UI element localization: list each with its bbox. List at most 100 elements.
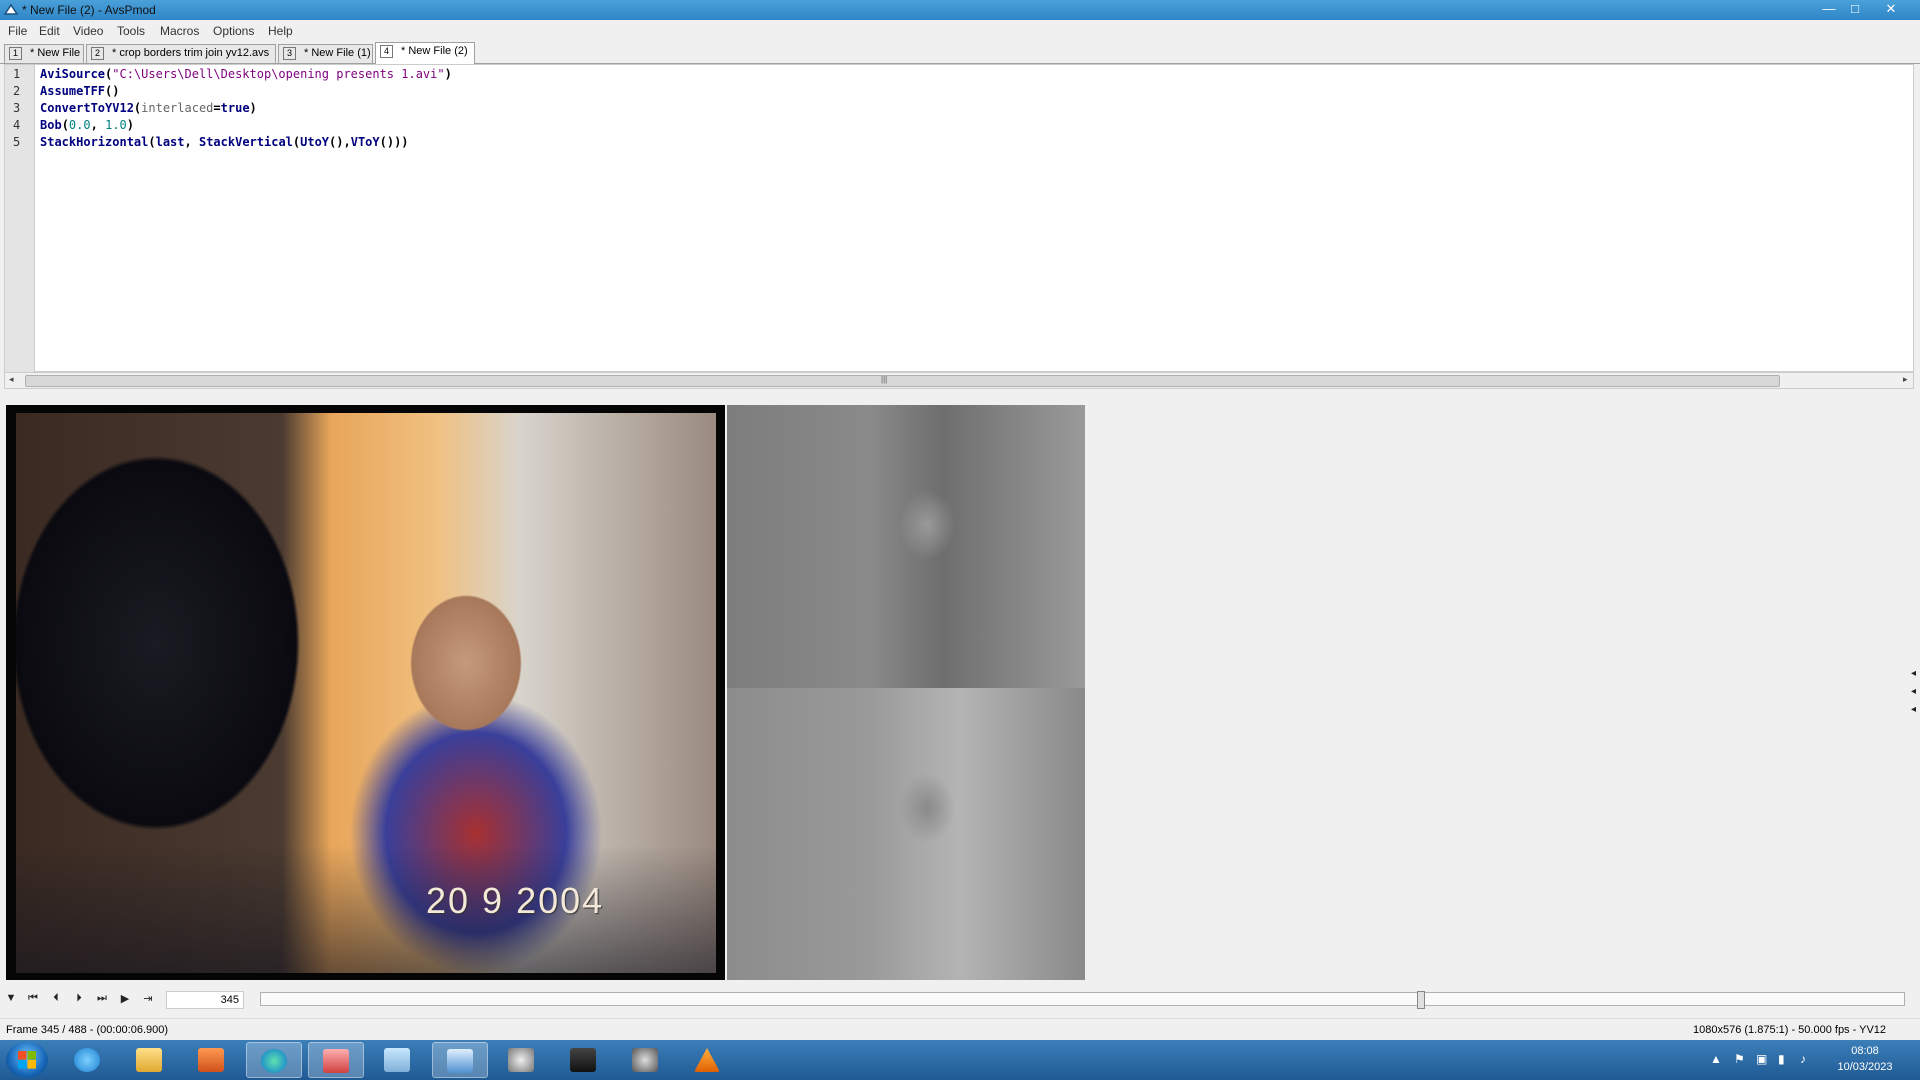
editor-horizontal-scrollbar[interactable]: ◂ ||| ▸ [4, 372, 1914, 389]
tab-number: 2 [91, 47, 105, 60]
code-function: VToY [350, 135, 380, 149]
tab-label: * New File [30, 47, 81, 59]
clock-date: 10/03/2023 [1837, 1061, 1893, 1073]
seek-slider-thumb[interactable] [1416, 991, 1425, 1009]
next-frame-icon[interactable]: ⏵ [70, 992, 88, 1008]
code-punct: , [90, 118, 106, 132]
play-icon[interactable]: ▶ [116, 992, 134, 1008]
taskbar-edge[interactable] [246, 1042, 302, 1078]
vlc-cone-icon [694, 1048, 720, 1072]
script-editor[interactable]: 1 2 3 4 5 AviSource("C:\Users\Dell\Deskt… [4, 64, 1914, 373]
taskbar-video-editor[interactable] [556, 1042, 612, 1078]
network-signal-icon[interactable]: ▮ [1778, 1052, 1785, 1066]
chevron-left-icon[interactable]: ◂ [1911, 701, 1916, 719]
menu-file[interactable]: File [8, 24, 27, 38]
menu-macros[interactable]: Macros [160, 24, 199, 38]
action-center-flag-icon[interactable]: ⚑ [1734, 1052, 1745, 1066]
taskbar-clock[interactable]: 08:08 10/03/2023 [1830, 1043, 1900, 1075]
internet-explorer-icon [74, 1048, 100, 1072]
tab-new-file-1[interactable]: 3 * New File (1) [278, 44, 373, 63]
notepad-icon [384, 1048, 410, 1072]
code-function: StackVertical [198, 135, 293, 149]
media-player-icon [198, 1048, 224, 1072]
taskbar-internet-explorer[interactable] [60, 1042, 116, 1078]
taskbar-media-player[interactable] [184, 1042, 240, 1078]
code-function: Bob [40, 118, 62, 132]
taskbar-avspmod[interactable] [432, 1042, 488, 1078]
code-number: 1.0 [105, 118, 127, 132]
menu-options[interactable]: Options [213, 24, 254, 38]
taskbar-file-explorer[interactable] [122, 1042, 178, 1078]
windows-logo-icon [18, 1051, 36, 1069]
code-punct: ( [148, 135, 156, 149]
edge-browser-icon [261, 1049, 287, 1073]
taskbar-paint[interactable] [308, 1042, 364, 1078]
code-punct: ) [249, 101, 257, 115]
tab-crop-borders[interactable]: 2 * crop borders trim join yv12.avs [86, 44, 276, 63]
tab-new-file[interactable]: 1 * New File [4, 44, 84, 63]
gear-icon [632, 1048, 658, 1072]
start-button[interactable] [6, 1042, 48, 1078]
frame-number-input[interactable]: 345 [166, 991, 244, 1009]
code-line[interactable]: StackHorizontal(last, StackVertical(UtoY… [40, 135, 409, 149]
show-hidden-icons-icon[interactable]: ▲ [1710, 1052, 1722, 1066]
avspmod-icon [447, 1049, 473, 1073]
video-menu-triangle-icon[interactable]: ▼ [2, 992, 20, 1008]
close-button[interactable]: ✕ [1868, 0, 1914, 18]
code-number: 0.0 [68, 118, 91, 132]
volume-speaker-icon[interactable]: ♪ [1800, 1052, 1806, 1066]
scrollbar-grip-icon: ||| [881, 375, 888, 384]
taskbar-vlc[interactable] [680, 1042, 736, 1078]
video-frame-main: 20 9 2004 [6, 405, 725, 980]
menu-video[interactable]: Video [73, 24, 103, 38]
taskbar-notepad[interactable] [370, 1042, 426, 1078]
usb-device-icon[interactable]: ▣ [1756, 1052, 1767, 1066]
tab-label: * crop borders trim join yv12.avs [112, 47, 270, 59]
code-keyword: true [220, 101, 250, 115]
tab-new-file-2[interactable]: 4 * New File (2) [375, 42, 475, 64]
go-to-end-icon[interactable]: ⏭ [93, 992, 111, 1008]
video-seek-slider[interactable] [260, 991, 1905, 1009]
code-punct: ( [61, 118, 69, 132]
line-number: 3 [13, 101, 21, 115]
tab-number: 3 [283, 47, 297, 60]
jump-to-frame-icon[interactable]: ⇥ [139, 992, 157, 1008]
video-frame-v-plane [727, 688, 1085, 980]
previous-frame-icon[interactable]: ⏴ [47, 992, 65, 1008]
line-number: 5 [13, 135, 21, 149]
windows-taskbar: ▲ ⚑ ▣ ▮ ♪ 08:08 10/03/2023 [0, 1040, 1920, 1080]
line-number: 1 [13, 67, 21, 81]
tab-number: 4 [380, 45, 394, 58]
line-number: 4 [13, 118, 21, 132]
scrollbar-thumb[interactable] [25, 375, 1780, 387]
code-line[interactable]: AviSource("C:\Users\Dell\Desktop\opening… [40, 67, 452, 81]
code-punct: = [213, 101, 221, 115]
code-keyword: last [155, 135, 185, 149]
menu-help[interactable]: Help [268, 24, 293, 38]
go-to-start-icon[interactable]: ⏮ [24, 992, 42, 1008]
taskbar-settings[interactable] [494, 1042, 550, 1078]
video-date-stamp: 20 9 2004 [426, 880, 605, 921]
menu-edit[interactable]: Edit [39, 24, 60, 38]
menu-tools[interactable]: Tools [117, 24, 145, 38]
tab-number: 1 [9, 47, 23, 60]
code-line[interactable]: AssumeTFF() [40, 84, 119, 98]
minimize-button[interactable]: — [1816, 0, 1842, 18]
chevron-left-icon[interactable]: ◂ [1911, 683, 1916, 701]
scroll-right-arrow-icon[interactable]: ▸ [1903, 374, 1908, 385]
file-tab-bar: 1 * New File 2 * crop borders trim join yv… [0, 42, 1920, 64]
paint-icon [323, 1049, 349, 1073]
side-panel-toggle[interactable]: ◂ ◂ ◂ [1911, 665, 1916, 719]
scroll-left-arrow-icon[interactable]: ◂ [9, 374, 14, 385]
code-line[interactable]: ConvertToYV12(interlaced=true) [40, 101, 257, 115]
code-line[interactable]: Bob(0.0, 1.0) [40, 118, 134, 132]
chevron-left-icon[interactable]: ◂ [1911, 665, 1916, 683]
folder-icon [136, 1048, 162, 1072]
frame-status-text: Frame 345 / 488 - (00:00:06.900) [6, 1024, 169, 1036]
maximize-button[interactable]: □ [1842, 0, 1868, 18]
taskbar-control-panel[interactable] [618, 1042, 674, 1078]
menu-bar: File Edit Video Tools Macros Options Hel… [0, 20, 1920, 42]
video-preview-area[interactable]: 20 9 2004 ◂ ◂ ◂ [0, 395, 1920, 985]
code-string: "C:\Users\Dell\Desktop\opening presents … [112, 67, 445, 81]
video-frame-u-plane [727, 405, 1085, 688]
